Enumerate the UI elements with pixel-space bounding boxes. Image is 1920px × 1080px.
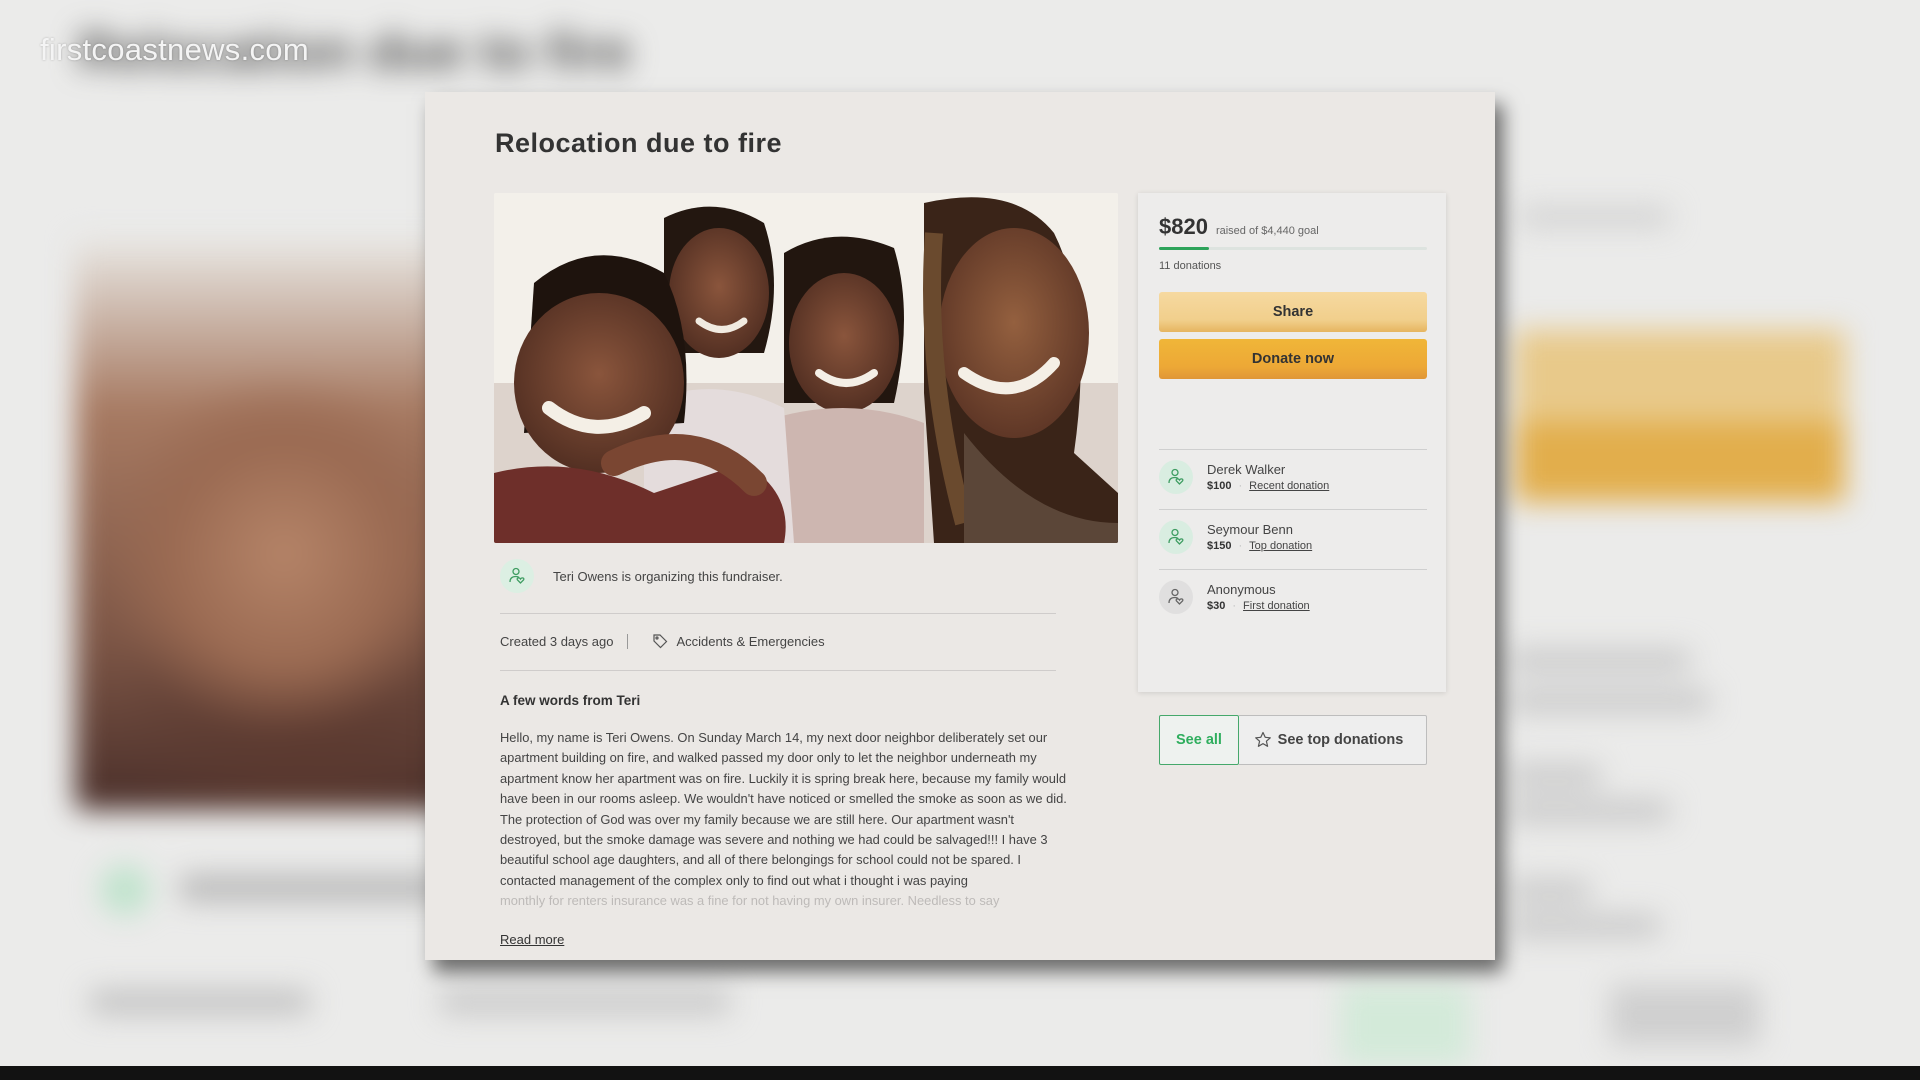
campaign-title: Relocation due to fire <box>495 128 783 158</box>
campaign-photo <box>494 193 1118 543</box>
donor-name: Derek Walker <box>1207 462 1286 477</box>
donor-item: Derek Walker $100 · Recent donation <box>1159 460 1329 494</box>
background-meta <box>90 990 310 1014</box>
donor-amount: $30 <box>1207 600 1226 612</box>
donor-heart-icon <box>1159 520 1193 554</box>
category-link[interactable]: Accidents & Emergencies <box>676 634 824 649</box>
divider <box>1159 569 1427 570</box>
organizer-heart-person-icon <box>500 559 534 593</box>
background-donor <box>1510 880 1590 902</box>
donor-heart-icon <box>1159 460 1193 494</box>
donor-heart-icon <box>1159 580 1193 614</box>
donor-item: Seymour Benn $150 · Top donation <box>1159 520 1312 554</box>
donation-panel: $820 raised of $4,440 goal 11 donations … <box>1138 193 1446 765</box>
donor-dot: · <box>1232 600 1237 612</box>
share-button[interactable]: Share <box>1159 292 1427 332</box>
donor-amount: $100 <box>1207 480 1232 492</box>
background-photo <box>75 240 455 810</box>
donate-now-button[interactable]: Donate now <box>1159 339 1427 379</box>
news-watermark-logo: firstcoastnews.com <box>40 32 309 67</box>
background-organizer-icon <box>100 865 150 915</box>
fundraiser-card: Relocation due to fire Teri Owens is org… <box>425 92 1495 960</box>
background-donor <box>1510 650 1690 672</box>
see-top-label: See top donations <box>1277 731 1404 748</box>
see-all-label: See all <box>1176 731 1222 748</box>
read-more-link[interactable]: Read more <box>500 932 564 947</box>
letterbox-bar <box>0 1066 1920 1080</box>
goal-text: raised of $4,440 goal <box>1215 225 1319 237</box>
donor-label-link[interactable]: Recent donation <box>1249 480 1329 492</box>
raised-summary: $820 raised of $4,440 goal <box>1159 214 1319 240</box>
background-donate-button <box>1515 422 1845 502</box>
donor-name: Seymour Benn <box>1207 522 1293 537</box>
background-see-top <box>1610 985 1760 1045</box>
goal-progress-fill <box>1159 247 1209 250</box>
donor-amount: $150 <box>1207 540 1232 552</box>
story-faded-line: monthly for renters insurance was a fine… <box>500 893 1000 909</box>
story-paragraph: Hello, my name is Teri Owens. On Sunday … <box>500 730 1067 807</box>
see-all-button[interactable]: See all <box>1159 715 1239 765</box>
donor-label-link[interactable]: First donation <box>1243 600 1310 612</box>
divider <box>1159 449 1427 450</box>
divider <box>1159 509 1427 510</box>
see-top-donations-button[interactable]: See top donations <box>1239 715 1427 765</box>
background-donor <box>1510 915 1660 937</box>
donor-label-link[interactable]: Top donation <box>1249 540 1312 552</box>
divider <box>500 613 1056 614</box>
donor-name: Anonymous <box>1207 582 1276 597</box>
donor-dot: · <box>1238 480 1243 492</box>
organizer-row: Teri Owens is organizing this fundraiser… <box>500 559 783 593</box>
meta-separator <box>627 633 629 649</box>
story-paragraph: The protection of God was over my family… <box>500 811 1048 888</box>
background-goal <box>1520 208 1670 226</box>
background-donor <box>1510 690 1710 712</box>
campaign-story: Hello, my name is Teri Owens. On Sunday … <box>500 728 1070 911</box>
donor-dot: · <box>1238 540 1243 552</box>
background-meta <box>440 990 730 1014</box>
background-donor <box>1510 765 1600 787</box>
tag-icon <box>652 633 668 649</box>
divider <box>500 670 1056 671</box>
created-date: Created 3 days ago <box>500 633 614 649</box>
family-photo-illustration <box>494 193 1118 543</box>
campaign-meta: Created 3 days ago Accidents & Emergenci… <box>500 633 825 649</box>
background-see-all <box>1340 985 1470 1065</box>
background-share-button <box>1515 330 1845 422</box>
donor-item: Anonymous $30 · First donation <box>1159 580 1310 614</box>
donation-count: 11 donations <box>1159 260 1222 272</box>
raised-amount: $820 <box>1159 214 1208 239</box>
story-heading: A few words from Teri <box>500 693 641 708</box>
organizer-text: Teri Owens is organizing this fundraiser… <box>553 568 783 584</box>
background-donor <box>1510 800 1670 822</box>
star-icon <box>1253 730 1273 750</box>
goal-progress-bar <box>1159 247 1427 250</box>
